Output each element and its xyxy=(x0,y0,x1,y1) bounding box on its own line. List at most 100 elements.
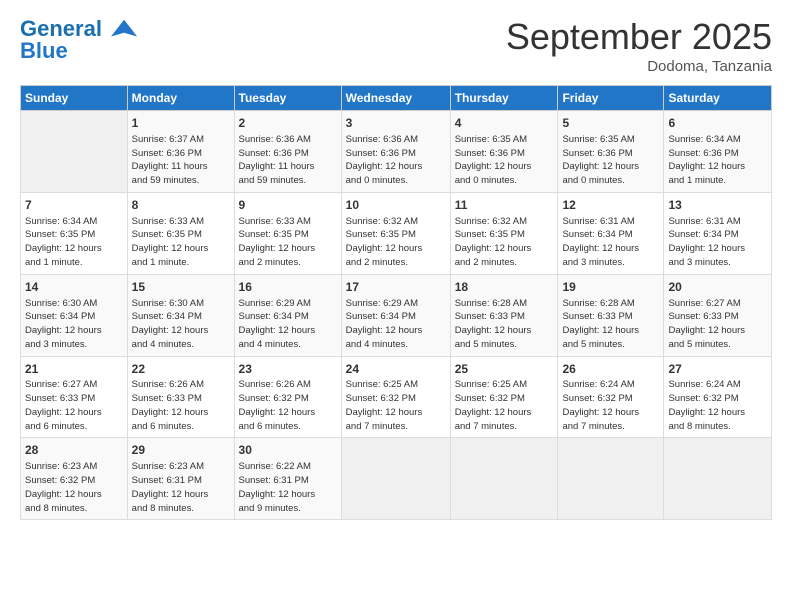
calendar-table: SundayMondayTuesdayWednesdayThursdayFrid… xyxy=(20,85,772,520)
calendar-cell: 21Sunrise: 6:27 AM Sunset: 6:33 PM Dayli… xyxy=(21,356,128,438)
day-info: Sunrise: 6:28 AM Sunset: 6:33 PM Dayligh… xyxy=(455,297,554,352)
day-info: Sunrise: 6:35 AM Sunset: 6:36 PM Dayligh… xyxy=(455,133,554,188)
calendar-cell: 11Sunrise: 6:32 AM Sunset: 6:35 PM Dayli… xyxy=(450,192,558,274)
calendar-cell xyxy=(664,438,772,520)
calendar-cell xyxy=(341,438,450,520)
calendar-cell: 7Sunrise: 6:34 AM Sunset: 6:35 PM Daylig… xyxy=(21,192,128,274)
day-info: Sunrise: 6:37 AM Sunset: 6:36 PM Dayligh… xyxy=(132,133,230,188)
calendar-cell: 18Sunrise: 6:28 AM Sunset: 6:33 PM Dayli… xyxy=(450,274,558,356)
day-info: Sunrise: 6:32 AM Sunset: 6:35 PM Dayligh… xyxy=(455,215,554,270)
col-header-sunday: Sunday xyxy=(21,86,128,111)
col-header-wednesday: Wednesday xyxy=(341,86,450,111)
day-info: Sunrise: 6:30 AM Sunset: 6:34 PM Dayligh… xyxy=(132,297,230,352)
calendar-cell: 23Sunrise: 6:26 AM Sunset: 6:32 PM Dayli… xyxy=(234,356,341,438)
calendar-cell: 13Sunrise: 6:31 AM Sunset: 6:34 PM Dayli… xyxy=(664,192,772,274)
title-block: September 2025 Dodoma, Tanzania xyxy=(506,16,772,75)
calendar-cell: 14Sunrise: 6:30 AM Sunset: 6:34 PM Dayli… xyxy=(21,274,128,356)
logo: General Blue xyxy=(20,16,139,64)
calendar-cell: 12Sunrise: 6:31 AM Sunset: 6:34 PM Dayli… xyxy=(558,192,664,274)
calendar-cell: 2Sunrise: 6:36 AM Sunset: 6:36 PM Daylig… xyxy=(234,111,341,193)
day-number: 25 xyxy=(455,361,554,378)
day-info: Sunrise: 6:35 AM Sunset: 6:36 PM Dayligh… xyxy=(562,133,659,188)
day-info: Sunrise: 6:30 AM Sunset: 6:34 PM Dayligh… xyxy=(25,297,123,352)
day-info: Sunrise: 6:26 AM Sunset: 6:33 PM Dayligh… xyxy=(132,378,230,433)
day-info: Sunrise: 6:28 AM Sunset: 6:33 PM Dayligh… xyxy=(562,297,659,352)
day-number: 10 xyxy=(346,197,446,214)
calendar-cell: 25Sunrise: 6:25 AM Sunset: 6:32 PM Dayli… xyxy=(450,356,558,438)
day-number: 16 xyxy=(239,279,337,296)
calendar-cell: 4Sunrise: 6:35 AM Sunset: 6:36 PM Daylig… xyxy=(450,111,558,193)
day-info: Sunrise: 6:34 AM Sunset: 6:35 PM Dayligh… xyxy=(25,215,123,270)
day-info: Sunrise: 6:31 AM Sunset: 6:34 PM Dayligh… xyxy=(668,215,767,270)
calendar-week-4: 21Sunrise: 6:27 AM Sunset: 6:33 PM Dayli… xyxy=(21,356,772,438)
logo-icon xyxy=(111,16,139,44)
header: General Blue September 2025 Dodoma, Tanz… xyxy=(20,16,772,75)
calendar-cell: 17Sunrise: 6:29 AM Sunset: 6:34 PM Dayli… xyxy=(341,274,450,356)
day-info: Sunrise: 6:31 AM Sunset: 6:34 PM Dayligh… xyxy=(562,215,659,270)
calendar-cell: 19Sunrise: 6:28 AM Sunset: 6:33 PM Dayli… xyxy=(558,274,664,356)
col-header-saturday: Saturday xyxy=(664,86,772,111)
col-header-monday: Monday xyxy=(127,86,234,111)
calendar-cell: 6Sunrise: 6:34 AM Sunset: 6:36 PM Daylig… xyxy=(664,111,772,193)
day-number: 15 xyxy=(132,279,230,296)
day-number: 18 xyxy=(455,279,554,296)
day-info: Sunrise: 6:29 AM Sunset: 6:34 PM Dayligh… xyxy=(239,297,337,352)
day-number: 9 xyxy=(239,197,337,214)
calendar-cell: 9Sunrise: 6:33 AM Sunset: 6:35 PM Daylig… xyxy=(234,192,341,274)
calendar-cell: 22Sunrise: 6:26 AM Sunset: 6:33 PM Dayli… xyxy=(127,356,234,438)
day-info: Sunrise: 6:36 AM Sunset: 6:36 PM Dayligh… xyxy=(346,133,446,188)
day-info: Sunrise: 6:24 AM Sunset: 6:32 PM Dayligh… xyxy=(562,378,659,433)
day-info: Sunrise: 6:33 AM Sunset: 6:35 PM Dayligh… xyxy=(239,215,337,270)
day-info: Sunrise: 6:33 AM Sunset: 6:35 PM Dayligh… xyxy=(132,215,230,270)
col-header-thursday: Thursday xyxy=(450,86,558,111)
day-number: 20 xyxy=(668,279,767,296)
day-number: 2 xyxy=(239,115,337,132)
day-info: Sunrise: 6:36 AM Sunset: 6:36 PM Dayligh… xyxy=(239,133,337,188)
day-number: 28 xyxy=(25,442,123,459)
day-info: Sunrise: 6:29 AM Sunset: 6:34 PM Dayligh… xyxy=(346,297,446,352)
calendar-cell xyxy=(450,438,558,520)
day-number: 19 xyxy=(562,279,659,296)
day-info: Sunrise: 6:26 AM Sunset: 6:32 PM Dayligh… xyxy=(239,378,337,433)
day-info: Sunrise: 6:27 AM Sunset: 6:33 PM Dayligh… xyxy=(25,378,123,433)
day-number: 17 xyxy=(346,279,446,296)
day-number: 12 xyxy=(562,197,659,214)
calendar-header-row: SundayMondayTuesdayWednesdayThursdayFrid… xyxy=(21,86,772,111)
day-number: 23 xyxy=(239,361,337,378)
calendar-cell: 1Sunrise: 6:37 AM Sunset: 6:36 PM Daylig… xyxy=(127,111,234,193)
location-subtitle: Dodoma, Tanzania xyxy=(506,58,772,75)
day-number: 11 xyxy=(455,197,554,214)
calendar-cell: 8Sunrise: 6:33 AM Sunset: 6:35 PM Daylig… xyxy=(127,192,234,274)
day-number: 7 xyxy=(25,197,123,214)
calendar-cell: 24Sunrise: 6:25 AM Sunset: 6:32 PM Dayli… xyxy=(341,356,450,438)
day-info: Sunrise: 6:23 AM Sunset: 6:32 PM Dayligh… xyxy=(25,460,123,515)
day-number: 27 xyxy=(668,361,767,378)
day-number: 5 xyxy=(562,115,659,132)
day-info: Sunrise: 6:22 AM Sunset: 6:31 PM Dayligh… xyxy=(239,460,337,515)
calendar-cell: 3Sunrise: 6:36 AM Sunset: 6:36 PM Daylig… xyxy=(341,111,450,193)
day-number: 14 xyxy=(25,279,123,296)
day-number: 6 xyxy=(668,115,767,132)
day-number: 1 xyxy=(132,115,230,132)
day-number: 22 xyxy=(132,361,230,378)
day-info: Sunrise: 6:25 AM Sunset: 6:32 PM Dayligh… xyxy=(455,378,554,433)
day-info: Sunrise: 6:34 AM Sunset: 6:36 PM Dayligh… xyxy=(668,133,767,188)
calendar-cell: 10Sunrise: 6:32 AM Sunset: 6:35 PM Dayli… xyxy=(341,192,450,274)
calendar-week-2: 7Sunrise: 6:34 AM Sunset: 6:35 PM Daylig… xyxy=(21,192,772,274)
calendar-week-3: 14Sunrise: 6:30 AM Sunset: 6:34 PM Dayli… xyxy=(21,274,772,356)
day-number: 29 xyxy=(132,442,230,459)
month-title: September 2025 xyxy=(506,16,772,58)
day-info: Sunrise: 6:24 AM Sunset: 6:32 PM Dayligh… xyxy=(668,378,767,433)
day-number: 3 xyxy=(346,115,446,132)
calendar-week-1: 1Sunrise: 6:37 AM Sunset: 6:36 PM Daylig… xyxy=(21,111,772,193)
day-number: 21 xyxy=(25,361,123,378)
day-number: 26 xyxy=(562,361,659,378)
calendar-cell: 28Sunrise: 6:23 AM Sunset: 6:32 PM Dayli… xyxy=(21,438,128,520)
col-header-friday: Friday xyxy=(558,86,664,111)
calendar-cell xyxy=(21,111,128,193)
col-header-tuesday: Tuesday xyxy=(234,86,341,111)
day-number: 13 xyxy=(668,197,767,214)
calendar-cell: 26Sunrise: 6:24 AM Sunset: 6:32 PM Dayli… xyxy=(558,356,664,438)
calendar-cell: 5Sunrise: 6:35 AM Sunset: 6:36 PM Daylig… xyxy=(558,111,664,193)
day-info: Sunrise: 6:32 AM Sunset: 6:35 PM Dayligh… xyxy=(346,215,446,270)
